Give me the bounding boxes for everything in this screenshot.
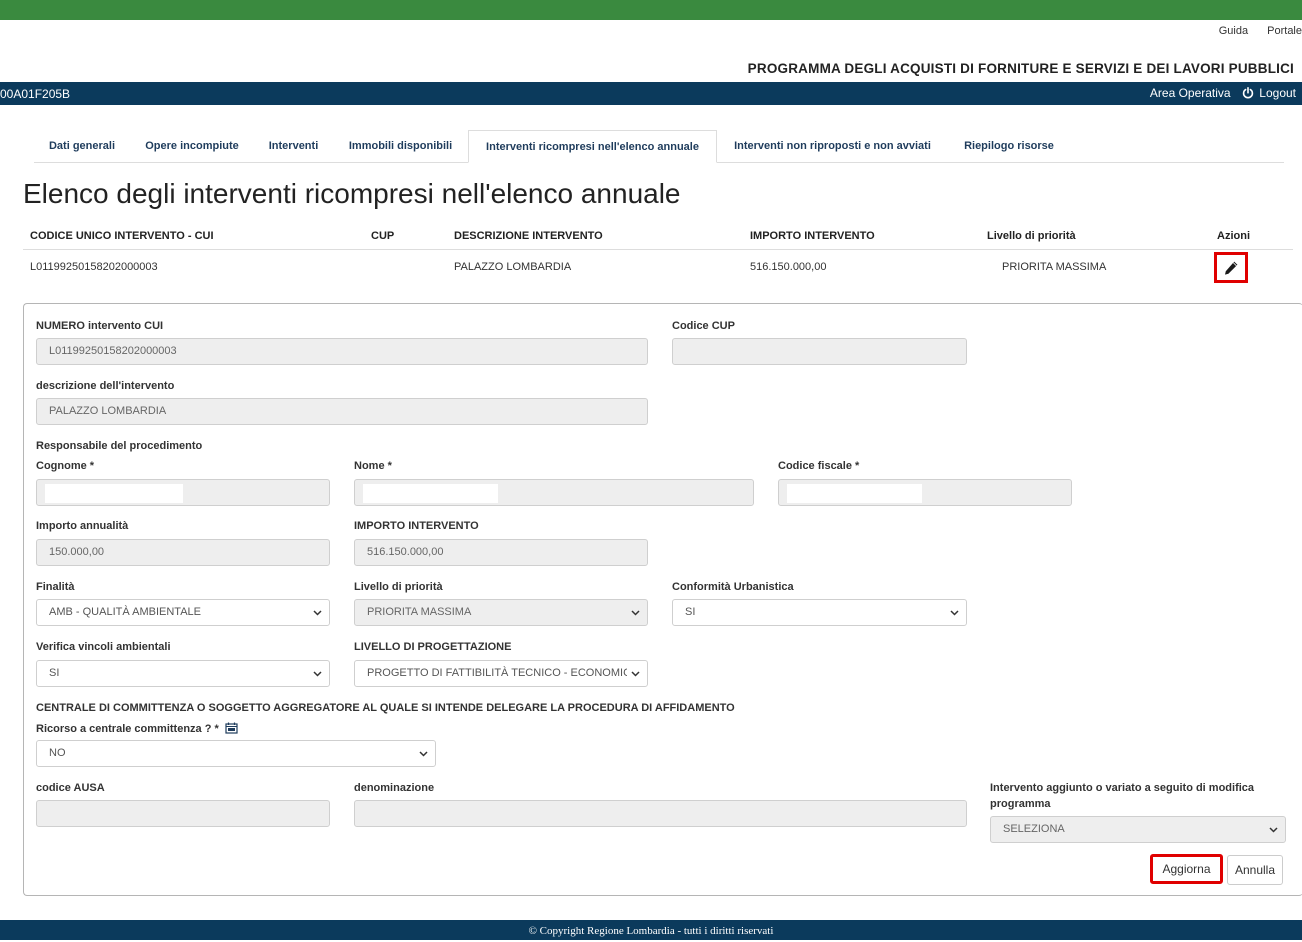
tab-interventi-non-riproposti[interactable]: Interventi non riproposti e non avviati bbox=[717, 130, 948, 163]
codice-cup-field bbox=[672, 338, 967, 365]
cognome-label: Cognome * bbox=[36, 460, 95, 472]
power-icon[interactable] bbox=[1242, 87, 1254, 99]
denominazione-label: denominazione bbox=[354, 782, 435, 794]
tab-dati-generali[interactable]: Dati generali bbox=[34, 130, 130, 163]
nome-field[interactable] bbox=[354, 479, 754, 506]
codice-ausa-label: codice AUSA bbox=[36, 782, 105, 794]
progettazione-select[interactable]: PROGETTO DI FATTIBILITÀ TECNICO - ECONOM… bbox=[354, 660, 648, 687]
ricorso-select[interactable]: NO bbox=[36, 740, 436, 767]
header-cui: CODICE UNICO INTERVENTO - CUI bbox=[30, 230, 214, 242]
top-accent-bar bbox=[0, 0, 1302, 20]
finalita-label: Finalità bbox=[36, 581, 75, 593]
table-row: L01199250158202000003 PALAZZO LOMBARDIA … bbox=[23, 251, 1293, 285]
tab-interventi-elenco-annuale[interactable]: Interventi ricompresi nell'elenco annual… bbox=[468, 130, 717, 163]
edit-form-panel: NUMERO intervento CUI L01199250158202000… bbox=[23, 303, 1302, 896]
portale-link[interactable]: Portale bbox=[1267, 25, 1302, 37]
header-cup: CUP bbox=[371, 230, 395, 242]
descrizione-field: PALAZZO LOMBARDIA bbox=[36, 398, 648, 425]
chevron-down-icon bbox=[313, 670, 322, 677]
ricorso-label-text: Ricorso a centrale committenza ? * bbox=[36, 723, 219, 735]
cell-cui: L01199250158202000003 bbox=[30, 261, 158, 273]
chevron-down-icon bbox=[950, 609, 959, 616]
livello-priorita-label: Livello di priorità bbox=[354, 581, 443, 593]
conformita-value: SI bbox=[685, 606, 696, 618]
edit-button[interactable] bbox=[1214, 252, 1248, 283]
intervento-aggiunto-value: SELEZIONA bbox=[1003, 823, 1065, 835]
guida-link[interactable]: Guida bbox=[1219, 25, 1248, 37]
app-title: PROGRAMMA DEGLI ACQUISTI DI FORNITURE E … bbox=[747, 61, 1294, 76]
intervento-aggiunto-select: SELEZIONA bbox=[990, 816, 1286, 843]
cell-priorita: PRIORITA MASSIMA bbox=[1002, 261, 1107, 273]
intervento-aggiunto-label-2: programma bbox=[990, 798, 1051, 810]
footer-copyright: © Copyright Regione Lombardia - tutti i … bbox=[0, 920, 1302, 940]
denominazione-field bbox=[354, 800, 967, 827]
pencil-icon bbox=[1225, 261, 1238, 275]
conformita-select[interactable]: SI bbox=[672, 599, 967, 626]
cognome-field[interactable] bbox=[36, 479, 330, 506]
tab-riepilogo-risorse[interactable]: Riepilogo risorse bbox=[948, 130, 1070, 163]
redacted-mask bbox=[787, 484, 922, 503]
nome-label: Nome * bbox=[354, 460, 392, 472]
table-header: CODICE UNICO INTERVENTO - CUI CUP DESCRI… bbox=[23, 222, 1293, 250]
importo-annualita-field: 150.000,00 bbox=[36, 539, 330, 566]
logout-link[interactable]: Logout bbox=[1259, 86, 1296, 100]
header-importo: IMPORTO INTERVENTO bbox=[750, 230, 875, 242]
ricorso-label: Ricorso a centrale committenza ? * bbox=[36, 722, 238, 735]
redacted-mask bbox=[45, 484, 183, 503]
cell-descrizione: PALAZZO LOMBARDIA bbox=[454, 261, 572, 273]
chevron-down-icon bbox=[419, 750, 428, 757]
codice-fiscale-label: Codice fiscale * bbox=[778, 460, 860, 472]
cell-importo: 516.150.000,00 bbox=[750, 261, 827, 273]
livello-priorita-value: PRIORITA MASSIMA bbox=[367, 606, 472, 618]
importo-intervento-label: IMPORTO INTERVENTO bbox=[354, 520, 479, 532]
chevron-down-icon bbox=[313, 609, 322, 616]
vincoli-value: SI bbox=[49, 667, 60, 679]
progettazione-label: LIVELLO DI PROGETTAZIONE bbox=[354, 641, 512, 653]
progettazione-value: PROGETTO DI FATTIBILITÀ TECNICO - ECONOM… bbox=[367, 667, 639, 679]
tab-opere-incompiute[interactable]: Opere incompiute bbox=[130, 130, 254, 163]
centrale-heading: CENTRALE DI COMMITTENZA O SOGGETTO AGGRE… bbox=[36, 702, 735, 714]
navbar: 00A01F205B Area Operativa Logout bbox=[0, 82, 1302, 105]
codice-cup-label: Codice CUP bbox=[672, 320, 735, 332]
numero-cui-label: NUMERO intervento CUI bbox=[36, 320, 164, 332]
vincoli-select[interactable]: SI bbox=[36, 660, 330, 687]
ricorso-value: NO bbox=[49, 747, 66, 759]
tab-interventi[interactable]: Interventi bbox=[254, 130, 333, 163]
aggiorna-button[interactable]: Aggiorna bbox=[1150, 854, 1223, 884]
responsabile-heading: Responsabile del procedimento bbox=[36, 440, 203, 452]
codice-ausa-field bbox=[36, 800, 330, 827]
tab-bar: Dati generali Opere incompiute Intervent… bbox=[34, 130, 1284, 163]
vincoli-label: Verifica vincoli ambientali bbox=[36, 641, 171, 653]
tab-immobili-disponibili[interactable]: Immobili disponibili bbox=[333, 130, 468, 163]
importo-intervento-field: 516.150.000,00 bbox=[354, 539, 648, 566]
conformita-label: Conformità Urbanistica bbox=[672, 581, 794, 593]
codice-fiscale-field[interactable] bbox=[778, 479, 1072, 506]
chevron-down-icon bbox=[631, 670, 640, 677]
descrizione-label: descrizione dell'intervento bbox=[36, 380, 175, 392]
importo-annualita-label: Importo annualità bbox=[36, 520, 129, 532]
chevron-down-icon bbox=[1269, 826, 1278, 833]
redacted-mask bbox=[363, 484, 498, 503]
numero-cui-field: L01199250158202000003 bbox=[36, 338, 648, 365]
header-descrizione: DESCRIZIONE INTERVENTO bbox=[454, 230, 603, 242]
help-calendar-icon[interactable] bbox=[225, 722, 238, 734]
top-links: Guida Portale bbox=[1203, 25, 1302, 37]
finalita-select[interactable]: AMB - QUALITÀ AMBIENTALE bbox=[36, 599, 330, 626]
annulla-button[interactable]: Annulla bbox=[1227, 855, 1283, 885]
area-operativa-link[interactable]: Area Operativa bbox=[1150, 86, 1231, 100]
page-title: Elenco degli interventi ricompresi nell'… bbox=[23, 178, 681, 209]
user-id: 00A01F205B bbox=[0, 87, 71, 101]
header-priorita: Livello di priorità bbox=[987, 230, 1076, 242]
intervento-aggiunto-label-1: Intervento aggiunto o variato a seguito … bbox=[990, 782, 1255, 794]
finalita-value: AMB - QUALITÀ AMBIENTALE bbox=[49, 606, 201, 618]
header-azioni: Azioni bbox=[1217, 230, 1250, 242]
chevron-down-icon bbox=[631, 609, 640, 616]
livello-priorita-select: PRIORITA MASSIMA bbox=[354, 599, 648, 626]
